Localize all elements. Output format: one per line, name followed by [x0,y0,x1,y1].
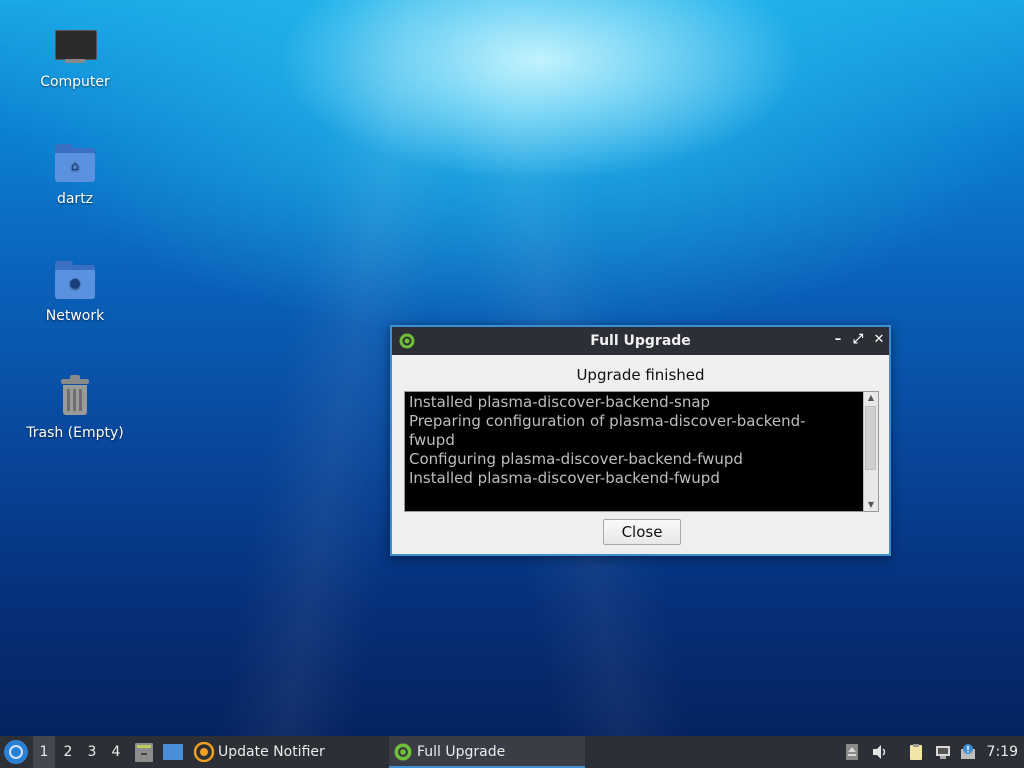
upgrade-log[interactable]: Installed plasma-discover-backend-snap P… [404,391,879,512]
desktop-icon [163,744,183,760]
desktop-icon-computer[interactable]: Computer [20,22,130,90]
scrollbar-thumb[interactable] [865,406,876,470]
log-line: Installed plasma-discover-backend-fwupd [409,469,720,487]
maximize-button[interactable]: ⤢ [849,331,867,349]
eject-icon[interactable] [843,743,861,761]
scroll-down-arrow-icon[interactable]: ▼ [864,499,878,511]
desktop-icon-label: Network [45,308,105,324]
log-line: fwupd [409,431,455,449]
dialog-title: Full Upgrade [590,333,691,349]
update-notifier-icon [194,742,214,762]
file-cabinet-icon [135,743,153,762]
log-scrollbar[interactable]: ▲ ▼ [863,392,878,511]
workspace-4[interactable]: 4 [105,736,127,768]
close-window-button[interactable]: ✕ [870,331,888,349]
task-full-upgrade[interactable]: Full Upgrade [389,736,585,768]
task-label: Update Notifier [218,744,325,760]
workspace-2[interactable]: 2 [57,736,79,768]
task-update-notifier[interactable]: Update Notifier [190,736,385,768]
network-icon[interactable] [934,743,952,761]
gear-icon [394,743,412,761]
trash-icon [51,373,99,421]
close-button[interactable]: Close [603,519,681,545]
workspace-3[interactable]: 3 [81,736,103,768]
log-line: Installed plasma-discover-backend-snap [409,393,711,411]
log-line: Configuring plasma-discover-backend-fwup… [409,450,743,468]
desktop-icon-network[interactable]: ● Network [20,256,130,324]
taskbar: 1 2 3 4 Update Notifier Full Upgrade 7:1… [0,736,1024,768]
file-manager-launcher[interactable] [133,736,155,768]
clipboard-icon[interactable] [907,743,925,761]
update-alert-icon[interactable] [960,743,978,761]
clock[interactable]: 7:19 [987,736,1018,768]
dialog-titlebar[interactable]: Full Upgrade – ⤢ ✕ [392,327,889,355]
desktop: Computer ⌂ dartz ● Network Trash (Empty) [0,0,1024,768]
log-line: Preparing configuration of plasma-discov… [409,412,806,430]
desktop-icon-label: Trash (Empty) [26,425,124,441]
home-folder-icon: ⌂ [51,139,99,187]
show-desktop-button[interactable] [161,736,185,768]
lubuntu-logo-icon [9,745,23,759]
task-label: Full Upgrade [417,744,506,760]
desktop-icon-trash[interactable]: Trash (Empty) [20,373,130,441]
scroll-up-arrow-icon[interactable]: ▲ [864,392,878,404]
workspace-1[interactable]: 1 [33,736,55,768]
computer-icon [51,22,99,70]
network-folder-icon: ● [51,256,99,304]
desktop-icon-home[interactable]: ⌂ dartz [20,139,130,207]
upgrade-status-heading: Upgrade finished [576,366,705,384]
desktop-icon-label: dartz [56,191,94,207]
volume-icon[interactable] [871,743,889,761]
full-upgrade-dialog: Full Upgrade – ⤢ ✕ Upgrade finished Inst… [390,325,891,556]
desktop-icon-label: Computer [40,74,110,90]
start-menu-button[interactable] [4,740,28,764]
minimize-button[interactable]: – [829,331,847,349]
